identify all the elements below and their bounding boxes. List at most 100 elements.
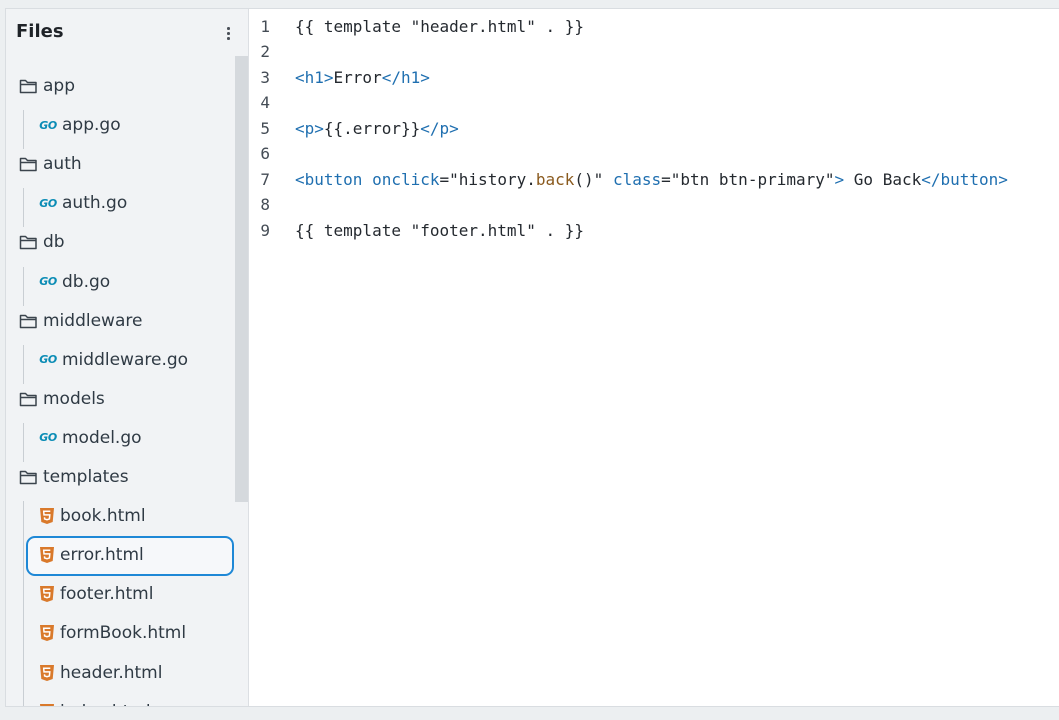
code-line: 3 <h1>Error</h1> <box>249 65 1059 91</box>
code-token: = <box>439 169 450 189</box>
line-number: 1 <box>260 16 270 36</box>
tree-item-label: db <box>43 232 65 253</box>
line-number: 3 <box>260 67 270 87</box>
tree-file[interactable]: GO app.go <box>6 110 235 140</box>
folder-icon <box>19 314 37 328</box>
tree-folder[interactable]: models <box>6 384 235 414</box>
tree-folder[interactable]: templates <box>6 462 235 492</box>
tree-file[interactable]: error.html <box>6 536 235 577</box>
code-text: <p>{{.error}}</p> <box>295 116 459 142</box>
tree-item-label: templates <box>43 467 129 487</box>
tree-file[interactable]: GO model.go <box>6 423 235 453</box>
code-token: <h1> <box>295 67 334 87</box>
tree-file[interactable]: GO auth.go <box>6 188 235 218</box>
html5-icon <box>40 703 54 706</box>
tree-file[interactable]: footer.html <box>6 579 235 609</box>
code-text: {{ template "footer.html" . }} <box>295 218 584 244</box>
go-icon: GO <box>39 353 57 367</box>
line-number: 5 <box>260 118 270 138</box>
line-number: 2 <box>260 42 270 62</box>
tree-file[interactable]: formBook.html <box>6 618 235 648</box>
code-token: </p> <box>420 118 459 138</box>
code-token: "btn btn-primary" <box>670 169 835 189</box>
tree-item-label: book.html <box>60 506 146 527</box>
line-number: 6 <box>260 144 270 164</box>
go-icon: GO <box>39 118 57 132</box>
tree-item-label: model.go <box>62 427 142 448</box>
code-token: Go Back <box>844 169 922 189</box>
code-line: 2 <box>249 39 1059 65</box>
file-tree: app GO app.go auth GO auth.go db GO db.go middlew… <box>6 56 235 706</box>
tree-item-label: footer.html <box>60 584 154 605</box>
code-token: {{ template <box>295 220 411 240</box>
code-line: 5 <p>{{.error}}</p> <box>249 116 1059 142</box>
code-token: . }} <box>535 220 584 240</box>
html5-icon <box>40 508 54 525</box>
tree-item-label: auth <box>43 154 82 175</box>
tree-folder[interactable]: app <box>6 71 235 101</box>
code-editor[interactable]: 1 {{ template "header.html" . }} 2 3 <h1>Err… <box>249 9 1059 706</box>
code-token: > <box>834 169 845 189</box>
sidebar-scrollbar[interactable] <box>235 56 248 706</box>
kebab-dot <box>227 32 230 35</box>
app-window: Files app GO app.go auth GO auth.go db GO db.go m… <box>5 8 1059 707</box>
tree-item-label: header.html <box>60 662 163 683</box>
sidebar-title: Files <box>16 21 64 42</box>
tree-item-label: error.html <box>60 545 144 566</box>
folder-icon <box>19 157 37 172</box>
code-token: "header.html" <box>410 16 536 36</box>
code-token: <p> <box>295 118 324 138</box>
tree-folder[interactable]: auth <box>6 149 235 179</box>
code-text: {{ template "header.html" . }} <box>295 14 584 40</box>
go-icon: GO <box>39 431 57 445</box>
code-text: <button onclick="history.back()" class="… <box>295 167 1008 193</box>
folder-icon <box>19 79 37 94</box>
code-token: "footer.html" <box>410 220 536 240</box>
code-token: = <box>661 169 671 189</box>
code-token: onclick <box>372 169 440 189</box>
code-token: back <box>535 169 575 189</box>
tree-folder[interactable]: db <box>6 227 235 257</box>
tree-file[interactable]: book.html <box>6 501 235 531</box>
kebab-dot <box>227 37 230 40</box>
code-token: ()" <box>574 169 604 189</box>
tree-folder[interactable]: middleware <box>6 306 235 336</box>
folder-icon <box>19 470 37 485</box>
html5-icon <box>40 586 54 603</box>
html5-icon <box>40 664 54 681</box>
code-token: <button <box>295 169 363 189</box>
folder-icon <box>19 392 37 407</box>
html5-icon <box>40 625 54 642</box>
file-explorer-sidebar: Files app GO app.go auth GO auth.go db GO db.go m… <box>6 9 249 706</box>
tree-item-label: app.go <box>62 115 121 136</box>
go-icon: GO <box>39 196 57 210</box>
folder-icon <box>19 236 37 250</box>
code-token: </h1> <box>381 67 430 87</box>
tree-item-label: auth.go <box>62 193 128 214</box>
code-line: 8 <box>249 192 1059 218</box>
line-number: 8 <box>260 195 270 215</box>
code-line: 4 <box>249 90 1059 116</box>
code-token: class <box>612 169 662 189</box>
code-line: 7 <button onclick="history.back()" class=… <box>249 167 1059 193</box>
tree-item-label: middleware.go <box>62 349 189 370</box>
tree-item-label: index.html <box>60 702 151 706</box>
tree-file[interactable]: GO db.go <box>6 267 235 297</box>
code-line: 9 {{ template "footer.html" . }} <box>249 218 1059 244</box>
sidebar-scrollbar-thumb[interactable] <box>235 56 248 502</box>
line-number: 4 <box>260 93 270 113</box>
html5-icon <box>40 547 54 564</box>
sidebar-header: Files <box>6 9 248 55</box>
tree-file[interactable]: index.html <box>6 697 235 706</box>
code-line: 6 <box>249 141 1059 167</box>
kebab-menu-icon[interactable] <box>220 24 236 42</box>
tree-item-label: app <box>43 76 75 96</box>
tree-file[interactable]: header.html <box>6 658 235 688</box>
tree-item-label: formBook.html <box>60 623 187 644</box>
code-text: <h1>Error</h1> <box>295 65 430 91</box>
code-token: Error <box>333 67 382 87</box>
tree-file[interactable]: GO middleware.go <box>6 345 235 375</box>
code-token: {{ template <box>295 16 411 36</box>
